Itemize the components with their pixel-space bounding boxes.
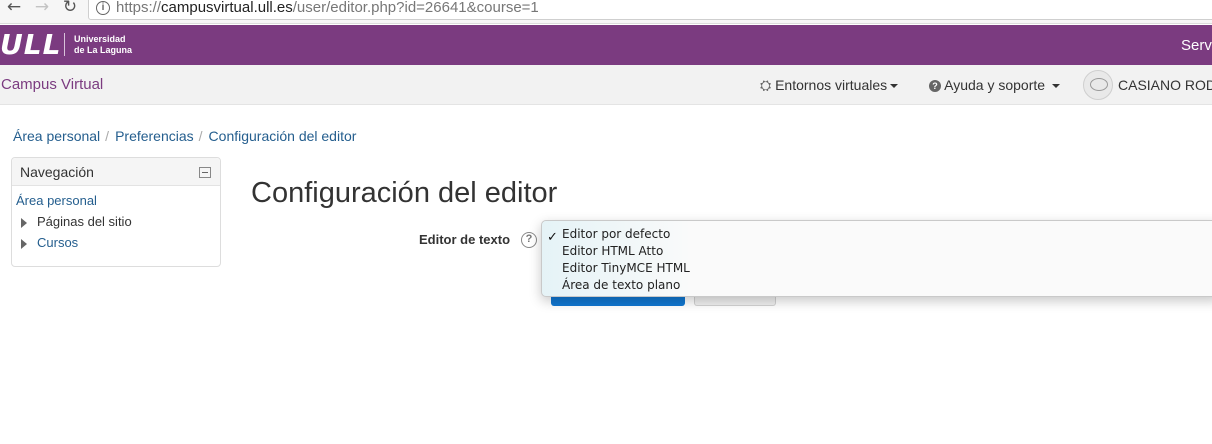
- breadcrumb-separator: /: [198, 128, 203, 144]
- url-scheme: https://: [116, 0, 162, 16]
- question-circle-icon: ?: [929, 80, 941, 92]
- ull-logo[interactable]: ULL: [0, 30, 61, 60]
- ayuda-label: Ayuda y soporte: [944, 77, 1046, 93]
- editor-field-label: Editor de texto: [419, 232, 511, 247]
- url-host: campusvirtual.ull.es: [161, 0, 293, 16]
- university-line-2: de La Laguna: [74, 45, 133, 55]
- breadcrumb-area-personal[interactable]: Área personal: [13, 128, 100, 144]
- entornos-virtuales-menu[interactable]: ⛭ Entornos virtuales: [760, 77, 899, 94]
- navigation-block: Navegación Área personal Páginas del sit…: [11, 157, 221, 267]
- user-name[interactable]: CASIANO ROD: [1118, 77, 1212, 93]
- collapse-icon[interactable]: [199, 167, 211, 178]
- site-name-link[interactable]: Campus Virtual: [1, 76, 103, 93]
- page-title: Configuración del editor: [251, 177, 558, 209]
- breadcrumb: Área personal / Preferencias / Configuración…: [13, 128, 356, 144]
- breadcrumb-separator: /: [105, 128, 110, 144]
- chevron-down-icon: [1052, 84, 1061, 89]
- checkmark-icon: ✓: [547, 230, 558, 245]
- brand-bar: ULL Universidad de La Laguna Servi: [0, 25, 1212, 65]
- option-area-texto-plano[interactable]: Área de texto plano: [562, 278, 680, 292]
- entornos-label: Entornos virtuales: [775, 77, 888, 93]
- back-icon[interactable]: ←: [4, 0, 24, 18]
- university-line-1: Universidad: [74, 34, 126, 44]
- avatar[interactable]: [1083, 70, 1113, 100]
- url-text[interactable]: https://campusvirtual.ull.es/user/editor…: [116, 0, 539, 16]
- chevron-down-icon: [890, 84, 899, 89]
- breadcrumb-configuracion-editor[interactable]: Configuración del editor: [209, 128, 357, 144]
- editor-select-dropdown[interactable]: ✓ Editor por defecto Editor HTML Atto Ed…: [541, 220, 1212, 297]
- forward-icon[interactable]: →: [32, 0, 52, 18]
- nav-cursos[interactable]: Cursos: [37, 235, 78, 250]
- url-path: /user/editor.php?id=26641&course=1: [292, 0, 539, 16]
- browser-toolbar: ← → ↻ i https://campusvirtual.ull.es/use…: [0, 0, 1212, 24]
- breadcrumb-preferencias[interactable]: Preferencias: [115, 128, 194, 144]
- university-name: Universidad de La Laguna: [74, 34, 132, 56]
- reload-icon[interactable]: ↻: [60, 0, 80, 18]
- help-icon[interactable]: ?: [521, 232, 537, 248]
- campus-navbar: Campus Virtual ⛭ Entornos virtuales ? Ay…: [0, 65, 1212, 105]
- ayuda-soporte-menu[interactable]: ? Ayuda y soporte: [929, 77, 1061, 93]
- option-editor-html-atto[interactable]: Editor HTML Atto: [562, 244, 663, 258]
- option-editor-por-defecto[interactable]: Editor por defecto: [562, 227, 670, 241]
- address-bar[interactable]: i https://campusvirtual.ull.es/user/edit…: [88, 0, 1212, 20]
- navigation-block-header: Navegación: [12, 158, 220, 186]
- logo-divider: [64, 33, 65, 56]
- nav-area-personal[interactable]: Área personal: [16, 193, 97, 208]
- nav-paginas-del-sitio[interactable]: Páginas del sitio: [37, 214, 132, 229]
- entornos-icon: ⛭: [760, 78, 772, 94]
- expand-triangle-icon[interactable]: [21, 239, 27, 249]
- expand-triangle-icon[interactable]: [21, 218, 27, 228]
- navigation-block-title: Navegación: [20, 164, 94, 180]
- services-link[interactable]: Servi: [1181, 37, 1212, 54]
- option-editor-tinymce-html[interactable]: Editor TinyMCE HTML: [562, 261, 690, 275]
- info-icon[interactable]: i: [96, 1, 110, 15]
